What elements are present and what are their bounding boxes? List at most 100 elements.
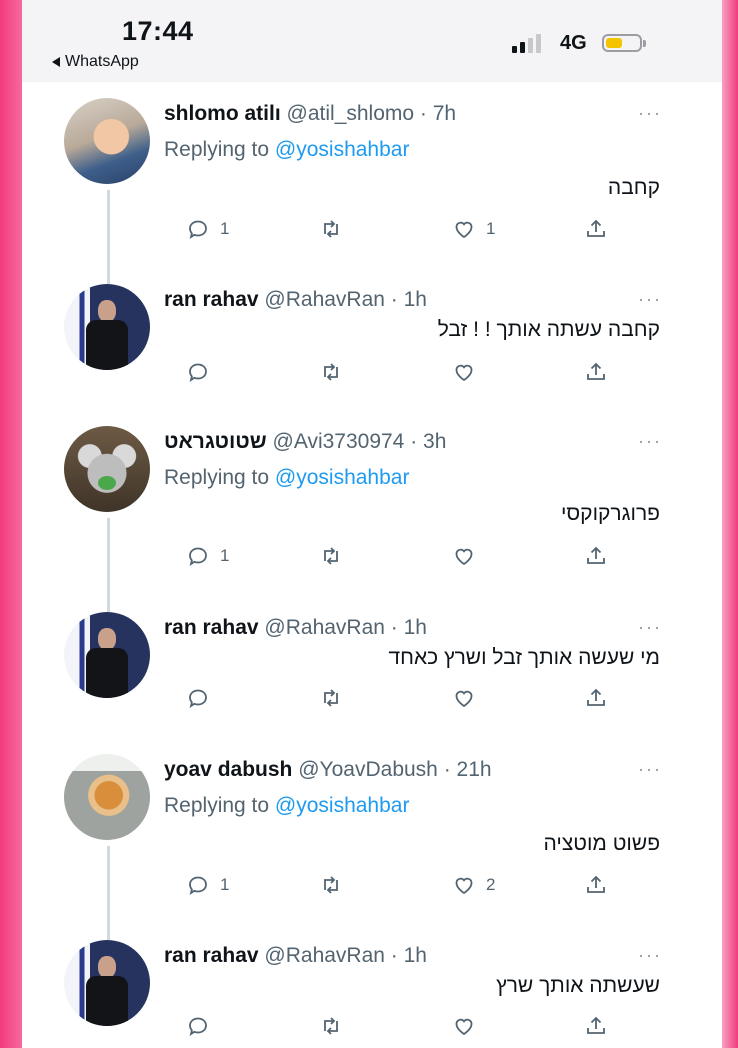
reply-icon bbox=[189, 363, 207, 382]
reply-button[interactable] bbox=[186, 686, 220, 710]
more-options-icon[interactable]: ··· bbox=[638, 760, 662, 778]
more-options-icon[interactable]: ··· bbox=[638, 618, 662, 636]
display-name[interactable]: ran rahav bbox=[164, 616, 259, 639]
retweet-button[interactable] bbox=[319, 1014, 353, 1038]
avatar[interactable] bbox=[64, 612, 150, 698]
user-handle[interactable]: @Avi3730974 bbox=[273, 430, 405, 453]
replying-mention[interactable]: @yosishahbar bbox=[275, 466, 410, 489]
user-handle[interactable]: @YoavDabush bbox=[298, 758, 438, 781]
display-name[interactable]: ran rahav bbox=[164, 288, 259, 311]
retweet-button[interactable] bbox=[319, 544, 353, 568]
like-count: 1 bbox=[486, 219, 496, 238]
retweet-button[interactable] bbox=[319, 360, 353, 384]
replying-prefix: Replying to bbox=[164, 466, 275, 489]
user-handle[interactable]: @RahavRan bbox=[264, 944, 385, 967]
replying-mention[interactable]: @yosishahbar bbox=[275, 794, 410, 817]
tweet-time[interactable]: 21h bbox=[457, 758, 492, 781]
replying-to: Replying to @yosishahbar bbox=[164, 794, 409, 818]
separator: · bbox=[384, 616, 404, 639]
display-name[interactable]: shlomo atilı bbox=[164, 102, 281, 125]
reply-icon bbox=[189, 220, 207, 239]
like-button[interactable]: 1 bbox=[452, 217, 495, 241]
more-options-icon[interactable]: ··· bbox=[638, 104, 662, 122]
display-name[interactable]: yoav dabush bbox=[164, 758, 292, 781]
back-arrow-icon bbox=[52, 57, 60, 67]
share-icon bbox=[587, 546, 605, 564]
tweet-actions: 1 2 bbox=[164, 873, 605, 899]
reply-count: 1 bbox=[220, 875, 230, 894]
reply-count: 1 bbox=[220, 546, 230, 565]
tweet-time[interactable]: 1h bbox=[404, 288, 427, 311]
reply-button[interactable]: 1 bbox=[186, 544, 229, 568]
retweet-button[interactable] bbox=[319, 217, 353, 241]
reply-icon bbox=[189, 876, 207, 895]
reply-button[interactable]: 1 bbox=[186, 217, 229, 241]
tweet-actions bbox=[164, 1014, 605, 1040]
tweet-text: פרוגרקוקסי bbox=[560, 502, 660, 525]
display-name[interactable]: ran rahav bbox=[164, 944, 259, 967]
tweet-header: ran rahav @RahavRan · 1h bbox=[164, 288, 662, 312]
heart-icon bbox=[455, 1018, 473, 1036]
heart-icon bbox=[455, 548, 473, 566]
reply-button[interactable] bbox=[186, 1014, 220, 1038]
reply-button[interactable]: 1 bbox=[186, 873, 229, 897]
retweet-icon bbox=[324, 876, 338, 894]
display-name[interactable]: שטוטגראט bbox=[164, 430, 267, 453]
share-button[interactable] bbox=[584, 217, 608, 241]
user-handle[interactable]: @RahavRan bbox=[264, 288, 385, 311]
back-app-label: WhatsApp bbox=[65, 53, 139, 70]
replying-prefix: Replying to bbox=[164, 794, 275, 817]
status-time: 17:44 bbox=[122, 16, 194, 46]
separator: · bbox=[384, 288, 404, 311]
retweet-icon bbox=[324, 220, 338, 238]
share-button[interactable] bbox=[584, 873, 608, 897]
like-count: 2 bbox=[486, 875, 496, 894]
retweet-icon bbox=[324, 547, 338, 565]
replying-prefix: Replying to bbox=[164, 138, 275, 161]
like-button[interactable] bbox=[452, 686, 486, 710]
like-button[interactable] bbox=[452, 1014, 486, 1038]
tweet-actions bbox=[164, 686, 605, 712]
tweet-header: ran rahav @RahavRan · 1h bbox=[164, 944, 662, 968]
avatar[interactable] bbox=[64, 98, 150, 184]
separator: · bbox=[384, 944, 404, 967]
tweet-time[interactable]: 7h bbox=[433, 102, 456, 125]
tweet-time[interactable]: 1h bbox=[404, 616, 427, 639]
more-options-icon[interactable]: ··· bbox=[638, 290, 662, 308]
separator: · bbox=[414, 102, 433, 125]
retweet-button[interactable] bbox=[319, 686, 353, 710]
avatar[interactable] bbox=[64, 754, 150, 840]
reply-count: 1 bbox=[220, 219, 230, 238]
share-button[interactable] bbox=[584, 360, 608, 384]
avatar[interactable] bbox=[64, 284, 150, 370]
retweet-icon bbox=[324, 363, 338, 381]
like-button[interactable] bbox=[452, 360, 486, 384]
like-button[interactable]: 2 bbox=[452, 873, 495, 897]
share-icon bbox=[587, 1016, 605, 1034]
more-options-icon[interactable]: ··· bbox=[638, 946, 662, 964]
retweet-icon bbox=[324, 689, 338, 707]
reply-icon bbox=[189, 547, 207, 566]
user-handle[interactable]: @RahavRan bbox=[264, 616, 385, 639]
share-button[interactable] bbox=[584, 544, 608, 568]
network-type: 4G bbox=[560, 32, 587, 54]
retweet-icon bbox=[324, 1017, 338, 1035]
replying-mention[interactable]: @yosishahbar bbox=[275, 138, 410, 161]
tweet-time[interactable]: 3h bbox=[423, 430, 446, 453]
share-button[interactable] bbox=[584, 1014, 608, 1038]
reply-icon bbox=[189, 1017, 207, 1036]
retweet-button[interactable] bbox=[319, 873, 353, 897]
tweet-text: מי שעשה אותך זבל ושרץ כאחד bbox=[388, 646, 660, 669]
like-button[interactable] bbox=[452, 544, 486, 568]
reply-button[interactable] bbox=[186, 360, 220, 384]
back-to-app-button[interactable]: WhatsApp bbox=[52, 53, 139, 71]
tweet-text: פשוט מוטציה bbox=[543, 832, 660, 855]
avatar[interactable] bbox=[64, 426, 150, 512]
tweet-header: שטוטגראט @Avi3730974 · 3h bbox=[164, 430, 662, 454]
separator: · bbox=[404, 430, 424, 453]
more-options-icon[interactable]: ··· bbox=[638, 432, 662, 450]
avatar[interactable] bbox=[64, 940, 150, 1026]
tweet-time[interactable]: 1h bbox=[404, 944, 427, 967]
share-button[interactable] bbox=[584, 686, 608, 710]
user-handle[interactable]: @atil_shlomo bbox=[287, 102, 415, 125]
